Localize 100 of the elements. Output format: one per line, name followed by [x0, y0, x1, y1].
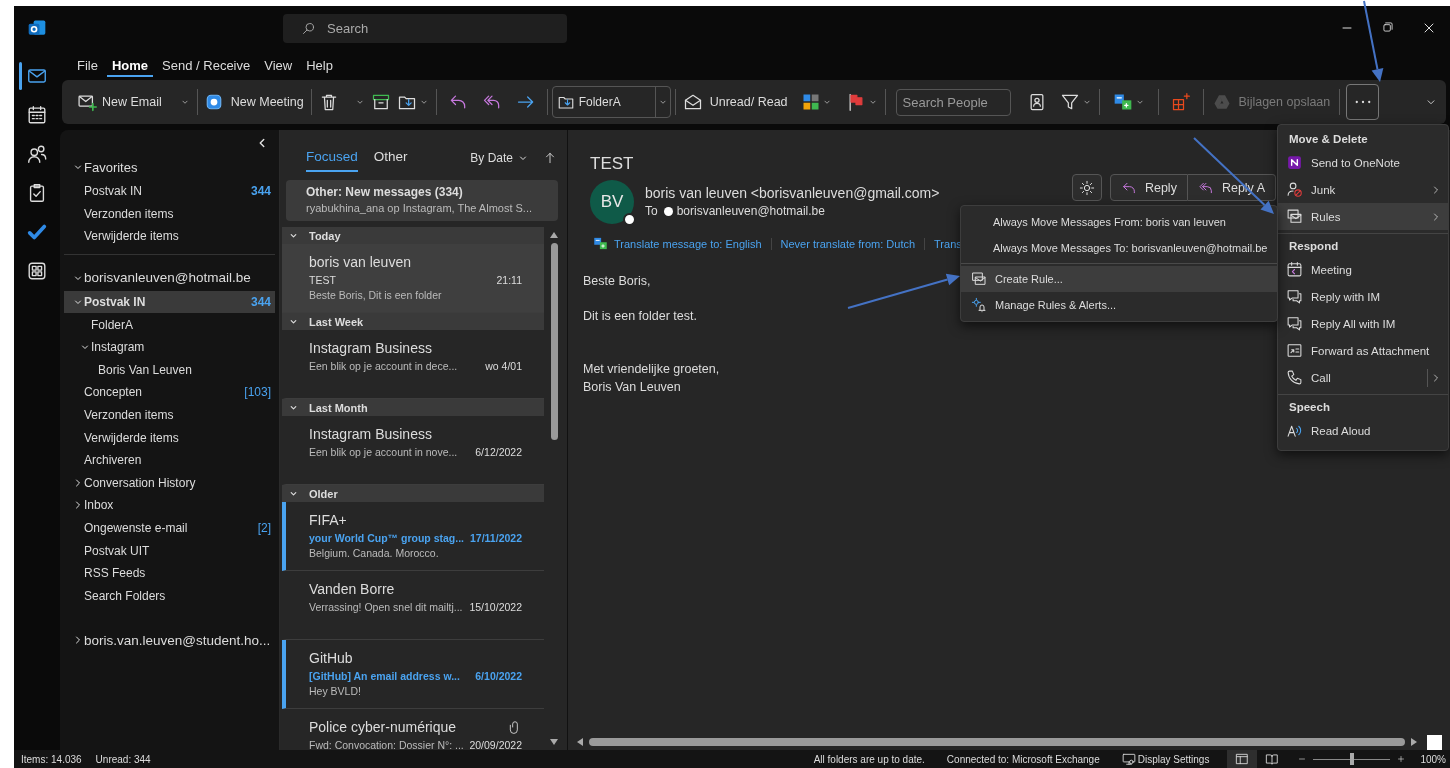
menu-tab[interactable]: Home	[106, 53, 154, 77]
folder-item[interactable]: Concepten [103]	[64, 381, 275, 404]
folder-item[interactable]: Verzonden items	[64, 403, 275, 427]
message-item[interactable]: GitHub [GitHub] An email address w... 6/10/2022 Hey BVLD!	[282, 640, 544, 709]
folder-item[interactable]: Archiveren	[64, 448, 275, 472]
sort-button[interactable]: By Date	[470, 151, 529, 165]
folder-item[interactable]: Postvak IN 344	[64, 290, 275, 314]
menu-item[interactable]: Reply All with IM	[1278, 310, 1448, 337]
folder-item[interactable]: Boris Van Leuven	[64, 358, 275, 382]
message-item[interactable]: Vanden Borre Verrassing! Open snel dit mailtj... 15/10/2022	[282, 571, 544, 640]
message-date: 20/09/2022	[469, 739, 522, 750]
slider-thumb[interactable]	[1349, 753, 1354, 765]
inbox-tab[interactable]: Other	[373, 144, 408, 172]
color-squares-icon	[801, 93, 820, 111]
scroll-thumb[interactable]	[589, 738, 1405, 746]
scroll-thumb[interactable]	[550, 243, 558, 440]
menu-tab[interactable]: File	[72, 53, 103, 77]
reply-button[interactable]: Reply	[1109, 174, 1188, 201]
menu-heading: Respond	[1288, 239, 1340, 254]
restore-icon[interactable]	[1381, 20, 1395, 34]
message-subject: TEST	[590, 154, 634, 175]
folder-item[interactable]: Inbox	[64, 494, 275, 517]
group-header[interactable]: Older	[282, 485, 544, 502]
menu-tab[interactable]: Help	[301, 53, 338, 77]
group-header[interactable]: Today	[282, 227, 544, 244]
message-item[interactable]: boris van leuven TEST 21:11 Beste Boris, Dit is een folder	[282, 244, 544, 313]
menu-item[interactable]: Send to OneNote	[1278, 149, 1448, 176]
menu-item[interactable]: Manage Rules & Alerts...	[961, 292, 1277, 318]
message-preview: Een blik op je account in dece...	[309, 360, 458, 372]
new-meeting-button[interactable]: New Meeting	[201, 89, 307, 115]
message-preview: Hey BVLD!	[309, 685, 362, 697]
menu-tab[interactable]: Send / Receive	[157, 53, 256, 77]
scroll-up-icon[interactable]	[549, 231, 559, 239]
message-preview: Beste Boris, Dit is een folder	[309, 289, 443, 301]
person-blocked-icon	[1286, 181, 1303, 198]
group-header[interactable]: Last Month	[282, 399, 544, 416]
group-header[interactable]: Last Week	[282, 313, 544, 330]
sender-name: GitHub	[309, 650, 353, 666]
banner-title: Other: New messages (334)	[306, 185, 464, 199]
search-people-field[interactable]: Search People	[895, 88, 1011, 116]
search-field[interactable]: Search	[283, 13, 567, 43]
favorites-header[interactable]: Favorites	[64, 154, 275, 180]
filter-icon	[1059, 92, 1080, 112]
menu-tab[interactable]: View	[259, 53, 298, 77]
other-messages-banner[interactable]: Other: New messages (334) ryabukhina_ana op Instagram, The Almost S...	[286, 180, 558, 221]
account-header[interactable]: boris.van.leuven@student.ho...	[64, 627, 275, 654]
folder-item[interactable]: FolderA	[64, 313, 275, 336]
calendar-icon	[1286, 261, 1303, 278]
message-item[interactable]: FIFA+ your World Cup™ group stag... 17/11/2022 Belgium. Canada. Morocco.	[282, 502, 544, 571]
menu-item[interactable]: Rules	[1278, 203, 1448, 230]
translate-link[interactable]: Translate message to: English	[608, 237, 771, 250]
message-subject: TEST	[309, 274, 336, 286]
open-envelope-icon	[682, 92, 703, 112]
sender-name: Instagram Business	[309, 426, 432, 442]
menu-heading: Speech	[1288, 400, 1331, 415]
folder-item[interactable]: RSS Feeds	[64, 561, 275, 585]
unread-read-button[interactable]: Unread/ Read	[679, 88, 791, 116]
folder-dropdown[interactable]: FolderA	[551, 86, 671, 118]
folder-item[interactable]: Search Folders	[64, 584, 275, 608]
menu-item[interactable]: Forward as Attachment	[1278, 337, 1448, 364]
folder-item[interactable]: Verwijderde items	[64, 426, 275, 449]
sender-name: Instagram Business	[309, 340, 432, 356]
menu-item[interactable]: Junk	[1278, 176, 1448, 203]
view-button[interactable]	[1227, 750, 1258, 768]
sender-name: Vanden Borre	[309, 581, 395, 597]
menu-item[interactable]: Create Rule...	[961, 266, 1277, 292]
folder-item[interactable]: Ongewenste e-mail [2]	[64, 516, 275, 540]
menu-item[interactable]: Read Aloud	[1278, 417, 1448, 444]
message-subject: [GitHub] An email address w...	[309, 670, 460, 682]
item-count: [2]	[257, 521, 271, 535]
menu-item[interactable]: Call	[1278, 364, 1448, 391]
message-subject: your World Cup™ group stag...	[309, 532, 464, 544]
folder-item[interactable]: Instagram	[64, 335, 275, 359]
gear-bell-icon	[971, 297, 987, 313]
more-button[interactable]	[1346, 84, 1380, 120]
menu-item[interactable]: Meeting	[1278, 256, 1448, 283]
theme-button[interactable]	[1071, 174, 1102, 201]
scroll-right-icon[interactable]	[1410, 737, 1418, 747]
message-date: 15/10/2022	[469, 601, 522, 613]
calendar-icon[interactable]	[26, 103, 48, 126]
new-email-button[interactable]: New Email	[74, 88, 193, 116]
folder-item[interactable]: Verwijderde items	[64, 225, 275, 248]
phone-icon	[1286, 369, 1303, 386]
sort-arrow-icon[interactable]	[543, 151, 557, 165]
display-settings-button[interactable]: Display Settings	[1121, 752, 1210, 766]
grid-plus-icon[interactable]	[1170, 92, 1191, 112]
normal-view-icon	[1235, 752, 1250, 766]
folder-item[interactable]: Postvak IN 344	[64, 180, 275, 203]
folder-item[interactable]: Verzonden items	[64, 202, 275, 226]
folder-item[interactable]: Conversation History	[64, 471, 275, 495]
menu-item[interactable]: Always Move Messages From: boris van leuven	[961, 209, 1277, 235]
translate-link[interactable]: Never translate from: Dutch	[770, 237, 925, 250]
message-preview: Belgium. Canada. Morocco.	[309, 547, 440, 559]
menu-item[interactable]: Reply with IM	[1278, 283, 1448, 310]
account-header[interactable]: borisvanleuven@hotmail.be	[64, 264, 275, 291]
plus-icon[interactable]	[1396, 754, 1407, 764]
scroll-down-icon[interactable]	[549, 738, 559, 746]
scroll-left-icon[interactable]	[576, 737, 584, 747]
folder-item[interactable]: Postvak UIT	[64, 539, 275, 562]
inbox-tab[interactable]: Focused	[306, 144, 358, 172]
